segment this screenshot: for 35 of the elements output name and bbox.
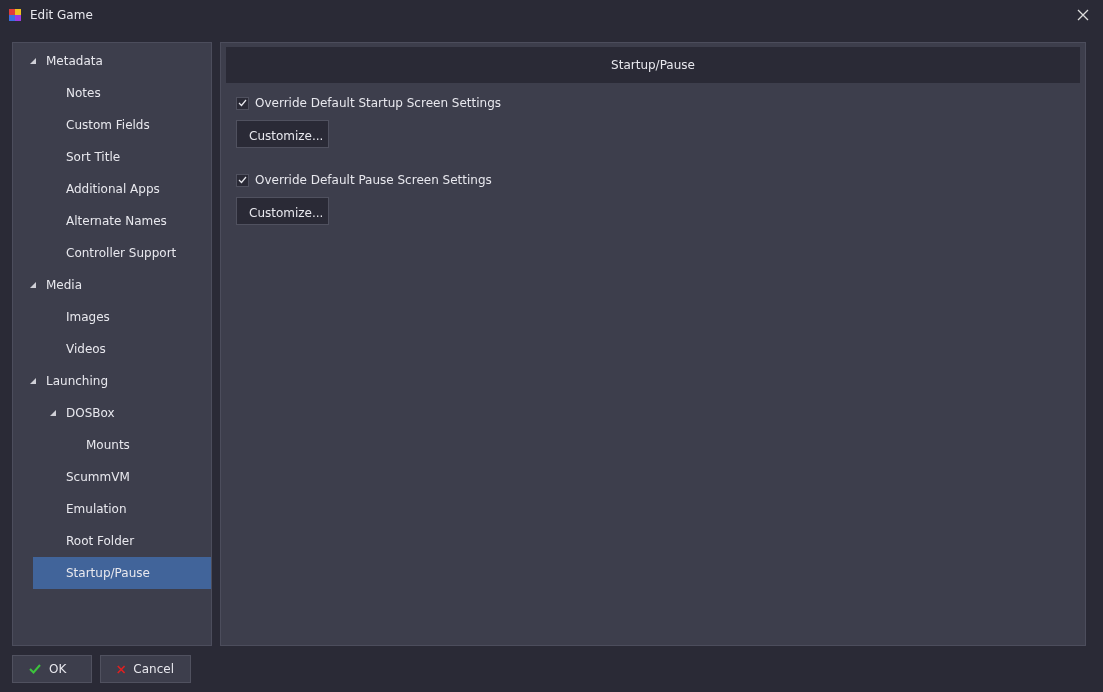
checkbox-label: Override Default Startup Screen Settings	[255, 95, 502, 112]
tree-item[interactable]: Startup/Pause	[33, 557, 211, 589]
tree-item[interactable]: Launching	[13, 365, 211, 397]
customize-button[interactable]: Customize...	[236, 120, 329, 148]
tree-item[interactable]: Emulation	[33, 493, 211, 525]
app-logo-icon	[8, 8, 22, 22]
tree-item[interactable]: Custom Fields	[33, 109, 211, 141]
window-title: Edit Game	[30, 7, 93, 24]
panel-header: Startup/Pause	[226, 47, 1080, 83]
expanded-arrow-icon[interactable]	[29, 378, 36, 384]
checkbox-label: Override Default Pause Screen Settings	[255, 172, 492, 189]
expanded-arrow-icon[interactable]	[29, 58, 36, 64]
close-icon	[1077, 9, 1089, 21]
tree-item[interactable]: Root Folder	[33, 525, 211, 557]
cross-icon	[117, 663, 126, 675]
tree-item[interactable]: Additional Apps	[33, 173, 211, 205]
ok-button[interactable]: OK	[12, 655, 92, 683]
tree-item[interactable]: Controller Support	[33, 237, 211, 269]
check-icon	[29, 664, 41, 674]
customize-button[interactable]: Customize...	[236, 197, 329, 225]
tree-item[interactable]: DOSBox	[33, 397, 211, 429]
cancel-button[interactable]: Cancel	[100, 655, 191, 683]
tree-item[interactable]: Metadata	[13, 45, 211, 77]
tree-item[interactable]: Images	[33, 301, 211, 333]
tree-item[interactable]: Alternate Names	[33, 205, 211, 237]
checkbox[interactable]	[236, 96, 249, 110]
tree-item[interactable]: Notes	[33, 77, 211, 109]
tree-item[interactable]: Media	[13, 269, 211, 301]
expanded-arrow-icon[interactable]	[29, 282, 36, 288]
expanded-arrow-icon[interactable]	[49, 410, 56, 416]
tree-item[interactable]: Mounts	[53, 429, 211, 461]
checkbox[interactable]	[236, 173, 249, 187]
tree-item[interactable]: Sort Title	[33, 141, 211, 173]
tree-item[interactable]: ScummVM	[33, 461, 211, 493]
tree-item[interactable]: Videos	[33, 333, 211, 365]
